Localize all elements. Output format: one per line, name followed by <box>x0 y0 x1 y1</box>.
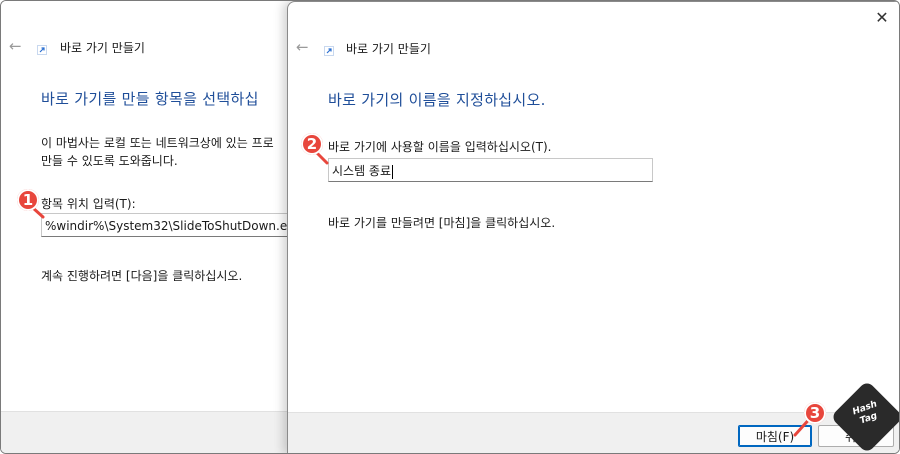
location-input-value: %windir%\System32\SlideToShutDown.exe <box>45 219 291 233</box>
close-icon[interactable]: ✕ <box>872 8 892 28</box>
intro-line-1: 이 마법사는 로컬 또는 네트워크상에 있는 프로 <box>41 136 274 150</box>
back-dialog: ← 바로 가기 만들기 바로 가기를 만들 항목을 선택하십 이 마법사는 로컬… <box>1 1 301 453</box>
back-dialog-footer <box>1 411 301 453</box>
shortcut-name-input[interactable]: 시스템 종료 <box>328 158 653 182</box>
shortcut-icon <box>37 45 47 55</box>
location-label: 항목 위치 입력(T): <box>41 197 136 211</box>
step-badge-1: 1 <box>17 189 39 211</box>
text-caret <box>392 164 394 179</box>
finish-text: 바로 가기를 만들려면 [마침]을 클릭하십시오. <box>328 216 556 230</box>
page-heading: 바로 가기의 이름을 지정하십시오. <box>328 91 546 109</box>
shortcut-icon <box>324 46 334 56</box>
shortcut-name-value: 시스템 종료 <box>332 164 392 178</box>
back-arrow-icon[interactable]: ← <box>9 39 25 54</box>
step-badge-3: 3 <box>804 402 826 424</box>
window-title: 바로 가기 만들기 <box>60 41 145 55</box>
screenshot-frame: ← 바로 가기 만들기 바로 가기를 만들 항목을 선택하십 이 마법사는 로컬… <box>0 0 900 454</box>
step-badge-2: 2 <box>301 133 323 155</box>
continue-text: 계속 진행하려면 [다음]을 클릭하십시오. <box>41 269 243 283</box>
location-input[interactable]: %windir%\System32\SlideToShutDown.exe <box>41 213 291 237</box>
back-arrow-icon[interactable]: ← <box>296 40 312 55</box>
name-label: 바로 가기에 사용할 이름을 입력하십시오(T). <box>328 140 552 154</box>
window-title: 바로 가기 만들기 <box>346 42 431 56</box>
page-heading: 바로 가기를 만들 항목을 선택하십 <box>41 90 259 108</box>
front-dialog: ✕ ← 바로 가기 만들기 바로 가기의 이름을 지정하십시오. 바로 가기에 … <box>287 1 899 453</box>
intro-line-2: 만들 수 있도록 도와줍니다. <box>41 154 178 168</box>
